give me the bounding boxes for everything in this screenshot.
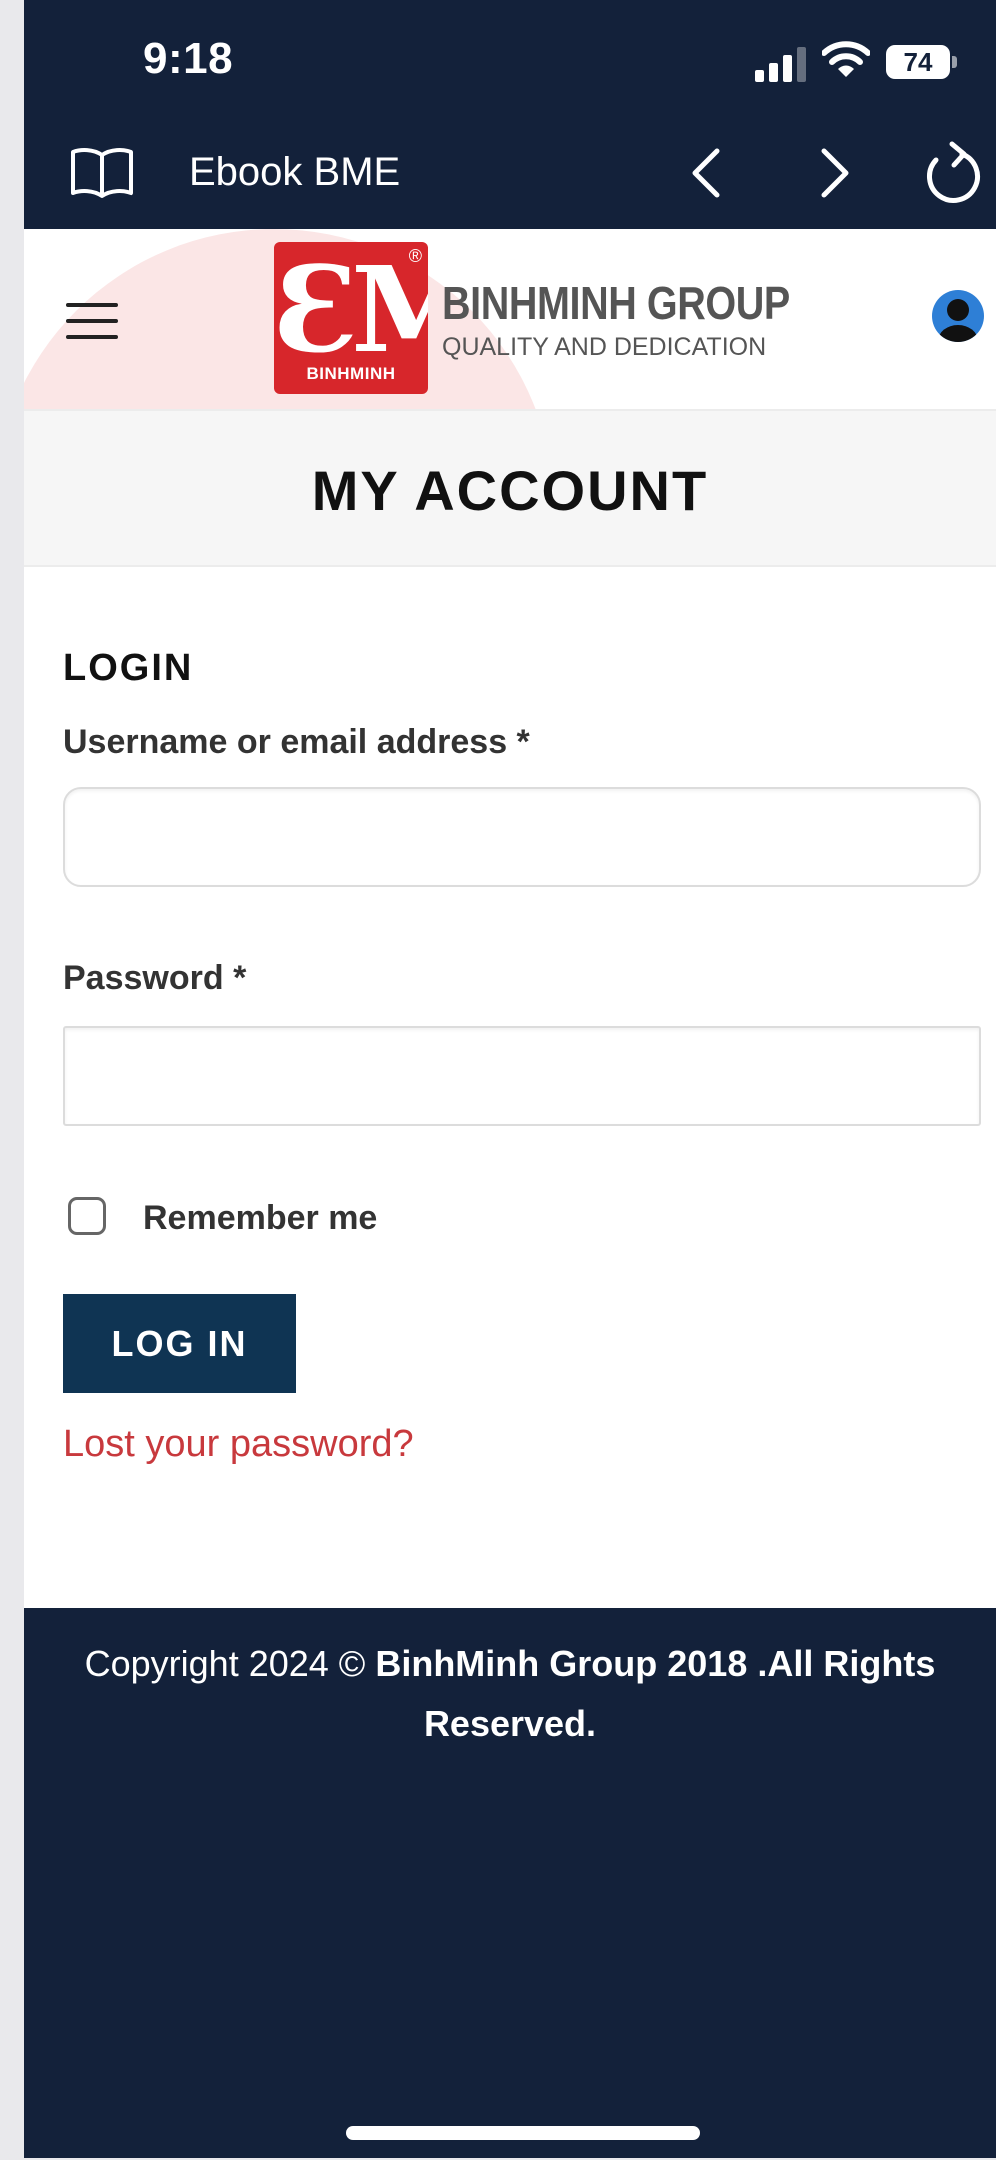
home-indicator[interactable] [346, 2126, 700, 2140]
remember-me-label[interactable]: Remember me [143, 1199, 377, 1238]
user-account-icon[interactable] [931, 289, 985, 343]
username-label: Username or email address * [63, 723, 530, 761]
site-header: ® ƐM BINHMINH BINHMINH GROUP QUALITY AND… [24, 229, 996, 411]
battery-icon: 74 [886, 45, 950, 79]
page-title-band: MY ACCOUNT [24, 411, 996, 567]
reload-icon[interactable] [922, 140, 982, 206]
brand-name: BINHMINH GROUP [442, 277, 790, 329]
book-icon[interactable] [69, 145, 135, 199]
remember-me-checkbox[interactable] [68, 1197, 106, 1235]
copyright-owner: BinhMinh Group 2018 .All Rights Reserved… [375, 1643, 936, 1744]
lost-password-link[interactable]: Lost your password? [63, 1423, 414, 1466]
logo[interactable]: ® ƐM BINHMINH [274, 242, 428, 394]
footer-copyright: Copyright 2024 © BinhMinh Group 2018 .Al… [84, 1634, 936, 1754]
status-time: 9:18 [143, 34, 234, 83]
username-input[interactable] [63, 787, 981, 887]
footer: Copyright 2024 © BinhMinh Group 2018 .Al… [24, 1608, 996, 2158]
battery-level: 74 [903, 47, 933, 77]
login-button[interactable]: LOG IN [63, 1294, 296, 1393]
wifi-icon [822, 41, 870, 77]
hamburger-menu-icon[interactable] [66, 299, 122, 343]
logo-glyph: ƐM [274, 242, 428, 379]
browser-chrome: 9:18 74 Ebook BME [24, 0, 996, 229]
phone-screen: 9:18 74 Ebook BME ® Ɛ BINHMINH BINHMINH … [24, 0, 996, 2158]
password-input[interactable] [63, 1026, 981, 1126]
login-heading: LOGIN [63, 647, 194, 689]
forward-icon[interactable] [814, 145, 854, 201]
copyright-prefix: Copyright 2024 © [84, 1643, 376, 1684]
password-label: Password * [63, 959, 247, 997]
browser-title: Ebook BME [189, 150, 401, 194]
page-title: MY ACCOUNT [311, 459, 709, 522]
cellular-signal-icon [755, 46, 807, 82]
back-icon[interactable] [687, 145, 727, 201]
logo-subtext: BINHMINH [306, 364, 396, 383]
battery-tip [952, 56, 957, 68]
brand-tagline: QUALITY AND DEDICATION [442, 333, 767, 361]
